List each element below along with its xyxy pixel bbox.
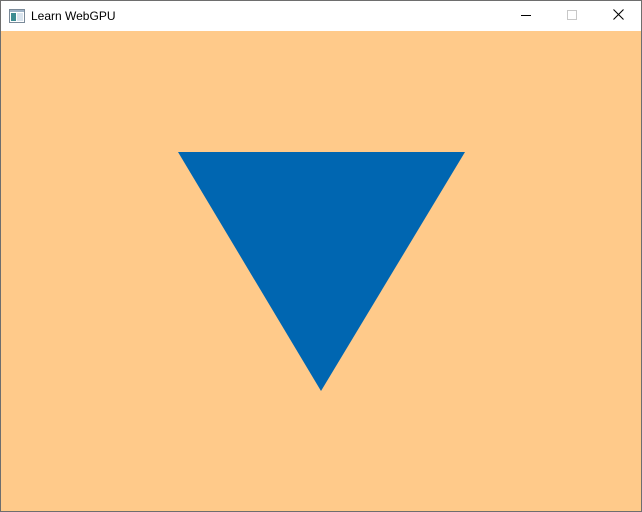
- minimize-icon: [521, 9, 531, 23]
- minimize-button[interactable]: [503, 1, 549, 31]
- close-button[interactable]: [595, 1, 641, 31]
- close-icon: [612, 9, 624, 23]
- webgpu-canvas[interactable]: [1, 31, 641, 511]
- maximize-icon: [567, 9, 577, 23]
- maximize-button: [549, 1, 595, 31]
- app-window: Learn WebGPU: [0, 0, 642, 512]
- app-window-icon: [9, 9, 25, 23]
- window-title: Learn WebGPU: [31, 9, 116, 23]
- title-bar[interactable]: Learn WebGPU: [1, 1, 641, 31]
